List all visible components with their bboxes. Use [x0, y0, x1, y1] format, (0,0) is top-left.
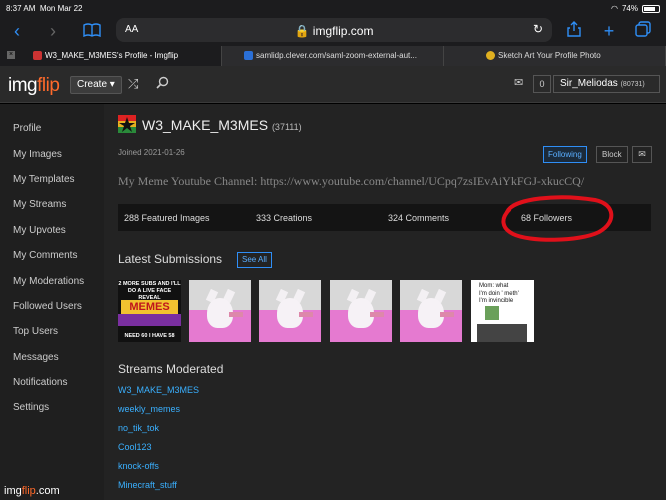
- thumb-text-line: I'm doin ' meth': [479, 291, 519, 297]
- status-time: 8:37 AM Mon Mar 22: [6, 4, 83, 13]
- see-all-button[interactable]: See All: [237, 252, 272, 268]
- site-header: imgflip Create ▾ ⤮ ✉ 0 Sir_Meliodas (807…: [0, 66, 666, 103]
- create-button[interactable]: Create ▾: [70, 76, 122, 94]
- meme-band: [118, 314, 181, 326]
- meme-bottom-text: NEED 60 I HAVE 58: [124, 333, 175, 339]
- mail-icon[interactable]: ✉: [514, 76, 523, 89]
- chevron-down-icon: ▾: [109, 79, 115, 90]
- thumb-text-line: I'm invincible: [479, 298, 514, 304]
- new-tab-icon[interactable]: +: [598, 20, 620, 42]
- tab-sketch-art[interactable]: Sketch Art Your Profile Photo: [444, 46, 666, 66]
- forward-icon[interactable]: ›: [42, 20, 64, 42]
- submission-thumbnail[interactable]: [189, 280, 251, 342]
- address-bar[interactable]: AA 🔒 imgflip.com ↻: [116, 18, 552, 42]
- wifi-icon: ◠: [611, 4, 618, 13]
- close-tab-icon[interactable]: ×: [7, 51, 15, 59]
- sidebar-item-messages[interactable]: Messages: [13, 352, 59, 363]
- user-avatar: [118, 115, 136, 133]
- latest-submissions-title: Latest Submissions: [118, 252, 223, 266]
- sidebar-item-my-comments[interactable]: My Comments: [13, 250, 77, 261]
- sidebar-item-my-templates[interactable]: My Templates: [13, 174, 75, 185]
- mail-icon: ✉: [638, 149, 646, 159]
- meme-top-text: 2 MORE SUBS AND I'LL DO A LIVE FACE REVE…: [118, 281, 181, 301]
- stream-link[interactable]: no_tik_tok: [118, 423, 159, 433]
- browser-toolbar: ‹ › AA 🔒 imgflip.com ↻ +: [0, 16, 666, 46]
- sidebar-item-my-upvotes[interactable]: My Upvotes: [13, 225, 66, 236]
- stream-link[interactable]: Minecraft_stuff: [118, 480, 177, 490]
- stat-comments[interactable]: 324 Comments: [388, 213, 449, 223]
- sidebar-item-my-images[interactable]: My Images: [13, 149, 62, 160]
- footer-logo[interactable]: imgflip.com: [4, 485, 60, 497]
- submission-thumbnail[interactable]: [400, 280, 462, 342]
- sidebar-item-notifications[interactable]: Notifications: [13, 377, 67, 388]
- block-button[interactable]: Block: [596, 146, 628, 163]
- stream-link[interactable]: knock-offs: [118, 461, 159, 471]
- submission-thumbnail[interactable]: 2 MORE SUBS AND I'LL DO A LIVE FACE REVE…: [118, 280, 181, 342]
- stream-link[interactable]: W3_MAKE_M3MES: [118, 385, 199, 395]
- status-right: ◠ 74%: [611, 4, 660, 13]
- lock-icon: 🔒: [294, 24, 310, 38]
- stat-creations[interactable]: 333 Creations: [256, 213, 312, 223]
- notification-count[interactable]: 0: [533, 75, 551, 93]
- stream-link[interactable]: Cool123: [118, 442, 152, 452]
- sidebar-item-profile[interactable]: Profile: [13, 123, 41, 134]
- reload-icon[interactable]: ↻: [533, 22, 543, 36]
- message-user-button[interactable]: ✉: [632, 146, 652, 163]
- stat-featured-images[interactable]: 288 Featured Images: [124, 213, 210, 223]
- joined-date: Joined 2021-01-26: [118, 148, 185, 157]
- user-menu-button[interactable]: Sir_Meliodas (80731): [553, 75, 660, 93]
- red-circle-annotation: [501, 195, 614, 242]
- following-button[interactable]: Following: [543, 146, 587, 163]
- back-icon[interactable]: ‹: [6, 20, 28, 42]
- sidebar-item-followed-users[interactable]: Followed Users: [13, 301, 82, 312]
- bookmarks-icon[interactable]: [81, 20, 103, 42]
- submission-thumbnail[interactable]: [330, 280, 392, 342]
- streams-moderated-title: Streams Moderated: [118, 362, 224, 376]
- imgflip-logo[interactable]: imgflip: [8, 75, 60, 97]
- search-icon[interactable]: [156, 76, 169, 92]
- battery-icon: [642, 4, 660, 13]
- submission-thumbnail[interactable]: [259, 280, 321, 342]
- imgflip-favicon: [33, 51, 42, 61]
- thumb-photo: [477, 324, 527, 342]
- share-icon[interactable]: [563, 20, 585, 42]
- profile-bio: My Meme Youtube Channel: https://www.you…: [118, 174, 585, 188]
- sidebar-item-settings[interactable]: Settings: [13, 402, 49, 413]
- status-bar: 8:37 AM Mon Mar 22 ◠ 74%: [0, 0, 666, 16]
- profile-username: W3_MAKE_M3MES (37111): [142, 117, 302, 133]
- stream-link[interactable]: weekly_memes: [118, 404, 180, 414]
- submission-thumbnail[interactable]: Mom: what I'm doin ' meth' I'm invincibl…: [471, 280, 534, 342]
- stats-bar: 288 Featured Images 333 Creations 324 Co…: [118, 195, 651, 242]
- shuffle-icon[interactable]: ⤮: [128, 76, 138, 92]
- clever-favicon: [244, 51, 253, 61]
- meme-big-text: MEMES: [121, 300, 178, 314]
- battery-percent: 74%: [621, 4, 638, 13]
- profile-main: W3_MAKE_M3MES (37111) Joined 2021-01-26 …: [104, 104, 666, 500]
- tab-clever-saml[interactable]: samlidp.clever.com/saml-zoom-external-au…: [222, 46, 444, 66]
- thumb-photo: [485, 306, 499, 320]
- sketch-favicon: [486, 51, 495, 61]
- sidebar-item-my-moderations[interactable]: My Moderations: [13, 276, 84, 287]
- tabs-overview-icon[interactable]: [632, 20, 654, 42]
- thumb-text-line: Mom: what: [479, 283, 509, 289]
- sidebar-item-my-streams[interactable]: My Streams: [13, 199, 66, 210]
- sidebar-item-top-users[interactable]: Top Users: [13, 326, 58, 337]
- browser-tab-bar: × W3_MAKE_M3MES's Profile - Imgflip saml…: [0, 46, 666, 66]
- address-url: 🔒 imgflip.com: [294, 24, 374, 38]
- tab-imgflip-profile[interactable]: × W3_MAKE_M3MES's Profile - Imgflip: [0, 46, 222, 66]
- sidebar: Profile My Images My Templates My Stream…: [0, 104, 104, 500]
